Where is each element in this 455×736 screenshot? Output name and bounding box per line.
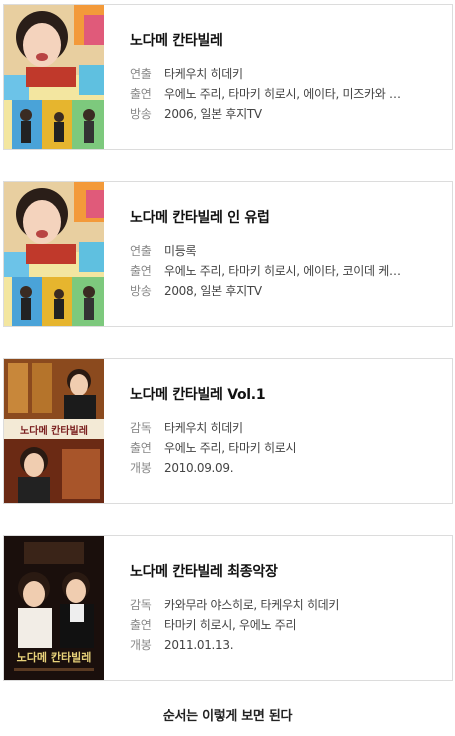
- detail-label: 감독: [130, 598, 152, 612]
- card-list: 노다메 칸타빌레 연출 타케우치 히데키 출연 우에노 주리, 타마키 히로시,…: [3, 4, 453, 712]
- poster-logo: 노다메 칸타빌레: [17, 650, 92, 664]
- card-title[interactable]: 노다메 칸타빌레 최종악장: [130, 562, 442, 582]
- card-title[interactable]: 노다메 칸타빌레 인 유럽: [130, 208, 442, 228]
- detail-row-director: 감독 타케우치 히데키: [130, 418, 442, 438]
- detail-label: 방송: [130, 107, 152, 121]
- detail-row-broadcast: 방송 2008, 일본 후지TV: [130, 281, 442, 301]
- detail-label: 출연: [130, 87, 152, 101]
- detail-value: 우에노 주리, 타마키 히로시, 에이타, 미즈카와 …: [164, 87, 401, 101]
- detail-row-cast: 출연 타마키 히로시, 우에노 주리: [130, 615, 442, 635]
- detail-value: 2010.09.09.: [164, 461, 234, 475]
- detail-value: 2006, 일본 후지TV: [164, 107, 262, 121]
- detail-value: 우에노 주리, 타마키 히로시, 에이타, 코이데 케…: [164, 264, 401, 278]
- detail-row-director: 연출 미등록: [130, 241, 442, 261]
- detail-label: 출연: [130, 264, 152, 278]
- card-nodame-movie-vol1[interactable]: 노다메 칸타빌레 노다메 칸타빌레 Vol.1 감독 타케우치 히데키 출연 우…: [3, 358, 453, 504]
- detail-value: 카와무라 야스히로, 타케우치 히데키: [164, 598, 340, 612]
- poster-thumbnail[interactable]: [4, 182, 104, 326]
- detail-label: 방송: [130, 284, 152, 298]
- detail-value: 미등록: [164, 244, 197, 258]
- detail-value: 타케우치 히데키: [164, 421, 243, 435]
- detail-row-director: 연출 타케우치 히데키: [130, 64, 442, 84]
- detail-label: 개봉: [130, 461, 152, 475]
- detail-value: 타마키 히로시, 우에노 주리: [164, 618, 297, 632]
- detail-value: 타케우치 히데키: [164, 67, 243, 81]
- footer-caption: 순서는 이렇게 보면 된다: [162, 709, 293, 724]
- poster-thumbnail[interactable]: 노다메 칸타빌레: [4, 359, 104, 503]
- detail-label: 출연: [130, 618, 152, 632]
- detail-label: 감독: [130, 421, 152, 435]
- poster-logo: 노다메 칸타빌레: [20, 424, 88, 437]
- poster-thumbnail[interactable]: 노다메 칸타빌레: [4, 536, 104, 680]
- card-nodame-in-europe[interactable]: 노다메 칸타빌레 인 유럽 연출 미등록 출연 우에노 주리, 타마키 히로시,…: [3, 181, 453, 327]
- detail-label: 출연: [130, 441, 152, 455]
- detail-row-release: 개봉 2010.09.09.: [130, 458, 442, 478]
- detail-row-cast: 출연 우에노 주리, 타마키 히로시, 에이타, 코이데 케…: [130, 261, 442, 281]
- detail-value: 우에노 주리, 타마키 히로시: [164, 441, 297, 455]
- card-title[interactable]: 노다메 칸타빌레 Vol.1: [130, 385, 442, 405]
- detail-row-cast: 출연 우에노 주리, 타마키 히로시: [130, 438, 442, 458]
- card-title[interactable]: 노다메 칸타빌레: [130, 31, 442, 51]
- detail-row-broadcast: 방송 2006, 일본 후지TV: [130, 104, 442, 124]
- detail-label: 개봉: [130, 638, 152, 652]
- detail-value: 2011.01.13.: [164, 638, 234, 652]
- card-nodame-final-movement[interactable]: 노다메 칸타빌레 노다메 칸타빌레 최종악장 감독 카와무라 야스히로, 타케우…: [3, 535, 453, 681]
- poster-thumbnail[interactable]: [4, 5, 104, 149]
- detail-row-director: 감독 카와무라 야스히로, 타케우치 히데키: [130, 595, 442, 615]
- detail-row-cast: 출연 우에노 주리, 타마키 히로시, 에이타, 미즈카와 …: [130, 84, 442, 104]
- card-nodame-drama[interactable]: 노다메 칸타빌레 연출 타케우치 히데키 출연 우에노 주리, 타마키 히로시,…: [3, 4, 453, 150]
- detail-label: 연출: [130, 244, 152, 258]
- detail-value: 2008, 일본 후지TV: [164, 284, 262, 298]
- detail-row-release: 개봉 2011.01.13.: [130, 635, 442, 655]
- detail-label: 연출: [130, 67, 152, 81]
